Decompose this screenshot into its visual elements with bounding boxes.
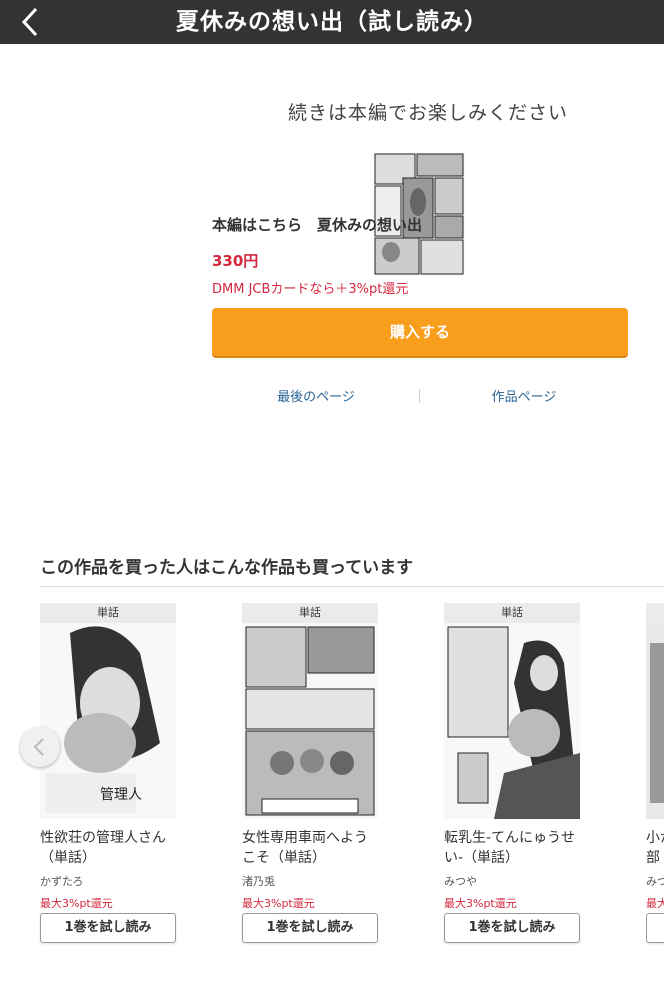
format-badge: 単話 — [242, 603, 378, 623]
card-title[interactable]: 転乳生-てんにゅうせ い-（単話） — [444, 828, 580, 868]
format-badge: 単話 — [444, 603, 580, 623]
format-badge: 単話 — [40, 603, 176, 623]
recommend-card[interactable]: 小か 部 みつ 最大 — [646, 603, 664, 963]
card-author[interactable]: みつ — [646, 873, 664, 889]
trial-read-button[interactable]: 1巻を試し読み — [40, 913, 176, 943]
card-point: 最大3%pt還元 — [242, 897, 315, 910]
card-point: 最大3%pt還元 — [444, 897, 517, 910]
recommend-card[interactable]: 単話 女性専用車両へよう こそ（単話） 渚乃兎 最大3%pt還元 1巻を試し読み — [242, 603, 378, 943]
main-work-title: 本編はこちら 夏休みの想い出 — [212, 216, 423, 234]
page-title: 夏休みの想い出（試し読み） — [176, 9, 488, 35]
card-title[interactable]: 小か 部 — [646, 828, 664, 868]
card-title[interactable]: 女性専用車両へよう こそ（単話） — [242, 828, 378, 868]
card-author[interactable]: かずたろ — [40, 873, 176, 889]
buy-button[interactable]: 購入する — [212, 308, 628, 356]
work-page-link[interactable]: 作品ページ — [420, 386, 628, 405]
top-bar: 夏休みの想い出（試し読み） — [0, 0, 664, 44]
recommend-card[interactable]: 単話 転乳生-てんにゅうせ い-（単話） みつや 最大3%pt還元 1巻を試し読… — [444, 603, 580, 943]
last-page-link[interactable]: 最後のページ — [212, 386, 420, 405]
card-author[interactable]: 渚乃兎 — [242, 873, 378, 889]
chevron-left-icon — [33, 738, 44, 756]
card-thumbnail[interactable] — [444, 623, 580, 819]
card-point: 最大 — [646, 897, 664, 910]
svg-text:管理人: 管理人 — [100, 787, 142, 803]
divider — [40, 586, 664, 587]
trial-read-button[interactable] — [646, 913, 664, 943]
card-thumbnail[interactable] — [646, 623, 664, 819]
trial-read-button[interactable]: 1巻を試し読み — [242, 913, 378, 943]
recommend-heading: この作品を買った人はこんな作品も買っています — [40, 558, 414, 578]
trial-read-button[interactable]: 1巻を試し読み — [444, 913, 580, 943]
card-point: 最大3%pt還元 — [40, 897, 113, 910]
point-back-note: DMM JCBカードなら＋3%pt還元 — [212, 282, 409, 297]
continue-message: 続きは本編でお楽しみください — [287, 102, 568, 124]
carousel-prev-button[interactable] — [20, 727, 60, 767]
format-badge — [646, 603, 664, 623]
card-title[interactable]: 性欲荘の管理人さん （単話） — [40, 828, 176, 868]
card-thumbnail[interactable] — [242, 623, 378, 819]
price: 330円 — [212, 252, 259, 270]
recommend-card[interactable]: 単話 管理人 性欲荘の管理人さん （単話） かずたろ 最大3%pt還元 1巻を試… — [40, 603, 176, 943]
card-author[interactable]: みつや — [444, 873, 580, 889]
page-links: 最後のページ 作品ページ — [212, 386, 628, 406]
card-inner: 小か 部 みつ 最大 — [646, 603, 664, 943]
card-thumbnail[interactable]: 管理人 — [40, 623, 176, 819]
